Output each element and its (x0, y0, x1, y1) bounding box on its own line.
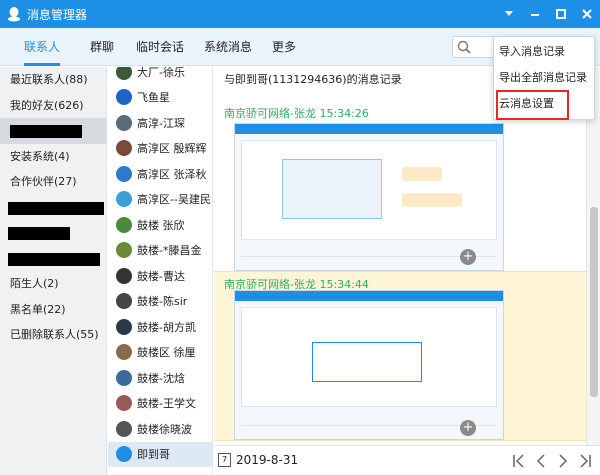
group-item[interactable] (0, 195, 106, 221)
contact-name: 高淳区 殷辉辉 (137, 142, 207, 156)
prev-page-icon[interactable] (532, 451, 550, 471)
window-title: 消息管理器 (27, 7, 88, 22)
group-item[interactable]: 我的好友(626) (0, 93, 106, 119)
contact-name: 高淳-江琛 (137, 116, 185, 130)
message-item: 南京骄可网络-张龙 15:34:26 + (214, 101, 586, 271)
last-page-icon[interactable] (576, 451, 594, 471)
close-button[interactable] (574, 0, 600, 28)
history-heading: 与即到哥(1131294636)的消息记录 (224, 73, 402, 86)
redacted-block (8, 227, 70, 240)
contact-item[interactable]: 鼓楼 张欣 (108, 212, 212, 238)
contact-name: 鼓楼-曹达 (137, 269, 185, 283)
avatar (116, 165, 132, 182)
redacted-block (8, 252, 100, 266)
avatar (116, 114, 132, 131)
contact-name: 鼓楼-胡方凯 (137, 320, 196, 334)
avatar (116, 267, 132, 284)
contact-item[interactable]: 即到哥 (108, 441, 212, 467)
tab-more[interactable]: 更多 (272, 28, 296, 66)
avatar (116, 369, 132, 386)
avatar (116, 89, 132, 106)
menu-item-import[interactable]: 导入消息记录 (494, 39, 594, 65)
contact-name: 鼓楼-陈sir (137, 295, 188, 309)
search-icon (457, 40, 471, 54)
tab-group-chat[interactable]: 群聊 (90, 28, 114, 66)
group-item[interactable]: 安装系统(4) (0, 144, 106, 170)
qq-logo-icon (3, 3, 25, 25)
group-item[interactable]: 最近联系人(88) (0, 67, 106, 93)
avatar (116, 420, 132, 437)
contact-item[interactable]: 大厂-徐乐 (108, 67, 212, 85)
message-history-pane: 与即到哥(1131294636)的消息记录 南京骄可网络-张龙 15:34:26… (214, 67, 600, 475)
avatar (116, 216, 132, 233)
tab-contacts[interactable]: 联系人 (24, 28, 61, 66)
maximize-button[interactable] (548, 0, 574, 28)
dropdown-arrow-icon[interactable] (496, 0, 522, 28)
contact-item[interactable]: 鼓楼-沈焓 (108, 365, 212, 391)
group-item[interactable]: 陌生人(2) (0, 271, 106, 297)
contact-name: 高淳区 张泽秋 (137, 167, 207, 181)
contact-list: 大厂-徐乐飞鱼星高淳-江琛高淳区 殷辉辉 高淳区 张泽秋 高淳区--吴建民 鼓楼 张欣… (108, 67, 213, 475)
contact-item[interactable]: 鼓楼-*滕昌金 (108, 238, 212, 264)
tab-system-messages[interactable]: 系统消息 (204, 28, 252, 66)
calendar-icon[interactable]: 7 (218, 453, 231, 467)
history-date: 2019-8-31 (236, 453, 299, 467)
contact-item[interactable]: 高淳-江琛 (108, 110, 212, 136)
group-item[interactable]: 合作伙伴(27) (0, 169, 106, 195)
contact-name: 鼓楼-王学文 (137, 397, 196, 411)
redacted-block (10, 125, 82, 138)
contact-name: 鼓楼-*滕昌金 (137, 244, 202, 258)
contact-name: 即到哥 (137, 448, 170, 462)
group-item[interactable] (0, 246, 106, 272)
contact-item[interactable]: 高淳区 殷辉辉 (108, 136, 212, 162)
contact-item[interactable]: 鼓楼-胡方凯 (108, 314, 212, 340)
message-sender-time: 南京骄可网络-张龙 15:34:26 (224, 107, 369, 120)
contact-item[interactable]: 高淳区--吴建民 (108, 187, 212, 213)
avatar (116, 344, 132, 361)
tab-temp-session[interactable]: 临时会话 (136, 28, 184, 66)
group-item[interactable] (0, 118, 106, 144)
minimize-button[interactable] (522, 0, 548, 28)
next-page-icon[interactable] (554, 451, 572, 471)
avatar (116, 67, 132, 80)
avatar (116, 191, 132, 208)
highlight-box (496, 90, 569, 120)
avatar (116, 395, 132, 412)
zoom-in-icon[interactable]: + (460, 249, 476, 265)
group-item[interactable]: 黑名单(22) (0, 297, 106, 323)
contact-item[interactable]: 飞鱼星 (108, 85, 212, 111)
message-screenshot[interactable] (234, 290, 504, 440)
avatar (116, 446, 132, 463)
avatar (116, 318, 132, 335)
avatar (116, 140, 132, 157)
group-item[interactable]: 已删除联系人(55) (0, 322, 106, 348)
menu-item-export-all[interactable]: 导出全部消息记录 (494, 65, 594, 91)
group-item[interactable] (0, 220, 106, 246)
message-item-highlighted: 南京骄可网络-张龙 15:34:44 + (214, 271, 586, 441)
history-scrollbar[interactable] (586, 67, 600, 445)
contact-item[interactable]: 鼓楼-王学文 (108, 391, 212, 417)
contact-name: 大厂-徐乐 (137, 67, 185, 79)
contact-name: 鼓楼-沈焓 (137, 371, 185, 385)
contact-name: 高淳区--吴建民 (137, 193, 211, 207)
avatar (116, 242, 132, 259)
contact-name: 鼓楼徐晓波 (137, 422, 192, 436)
contact-name: 鼓楼区 徐厘 (137, 346, 196, 360)
title-bar: 消息管理器 (0, 0, 600, 28)
contact-name: 鼓楼 张欣 (137, 218, 185, 232)
redacted-block (8, 201, 104, 215)
history-footer: 7 2019-8-31 (214, 445, 600, 475)
avatar (116, 293, 132, 310)
first-page-icon[interactable] (510, 451, 528, 471)
contact-name: 飞鱼星 (137, 91, 170, 105)
contact-item[interactable]: 鼓楼区 徐厘 (108, 340, 212, 366)
contact-item[interactable]: 高淳区 张泽秋 (108, 161, 212, 187)
group-list: 最近联系人(88) 我的好友(626) 安装系统(4) 合作伙伴(27) 陌生人… (0, 67, 107, 475)
contact-item[interactable]: 鼓楼徐晓波 (108, 416, 212, 442)
scrollbar-thumb[interactable] (590, 207, 598, 397)
contact-item[interactable]: 鼓楼-陈sir (108, 289, 212, 315)
contact-item[interactable]: 鼓楼-曹达 (108, 263, 212, 289)
zoom-in-icon[interactable]: + (460, 420, 476, 436)
